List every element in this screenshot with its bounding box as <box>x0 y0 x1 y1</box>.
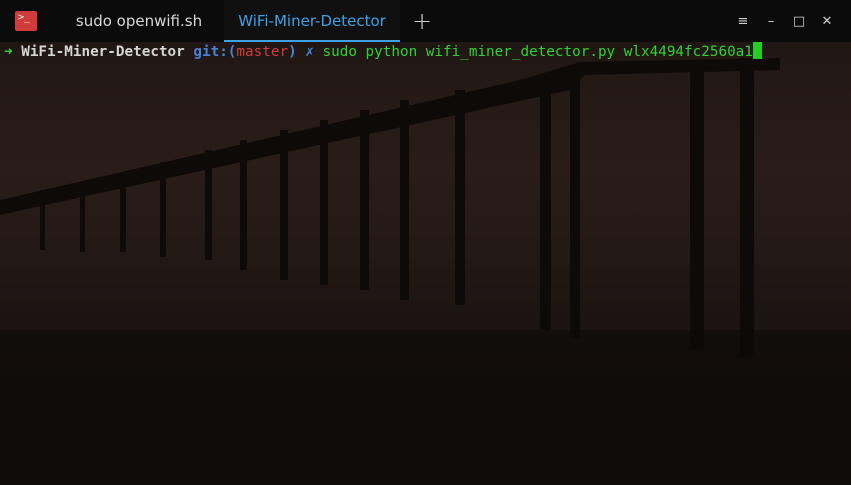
minimize-button[interactable]: – <box>757 14 785 29</box>
prompt-arrow-icon: ➜ <box>4 44 13 60</box>
terminal-app-icon[interactable]: >_ <box>15 11 37 31</box>
menu-button[interactable]: ≡ <box>729 14 757 29</box>
window-controls: ≡ – □ ✕ <box>729 0 851 42</box>
tab-sudo-openwifi[interactable]: sudo openwifi.sh <box>54 0 224 42</box>
tab-label: WiFi-Miner-Detector <box>238 12 386 30</box>
tab-label: sudo openwifi.sh <box>75 12 203 30</box>
maximize-button[interactable]: □ <box>785 14 813 29</box>
plus-icon: + <box>411 7 433 35</box>
close-button[interactable]: ✕ <box>813 14 841 29</box>
git-suffix: ) <box>288 44 297 60</box>
git-branch: master <box>236 44 289 60</box>
hamburger-icon: ≡ <box>737 13 749 29</box>
command-text: sudo python wifi_miner_detector.py wlx44… <box>322 44 753 60</box>
close-icon: ✕ <box>821 13 833 29</box>
terminal-output[interactable]: ➜ WiFi-Miner-Detector git:(master) ✗ sud… <box>4 42 762 61</box>
tab-wifi-miner-detector[interactable]: WiFi-Miner-Detector <box>224 0 400 42</box>
new-tab-button[interactable]: + <box>400 0 444 42</box>
maximize-icon: □ <box>792 13 806 29</box>
tab-bar: >_ sudo openwifi.sh WiFi-Miner-Detector … <box>0 0 851 42</box>
terminal-window: >_ sudo openwifi.sh WiFi-Miner-Detector … <box>0 0 851 485</box>
git-prefix: git:( <box>193 44 237 60</box>
dirty-marker-icon: ✗ <box>305 44 314 60</box>
prompt-directory: WiFi-Miner-Detector <box>21 44 185 60</box>
text-cursor <box>752 42 762 59</box>
minimize-icon: – <box>767 13 775 29</box>
background-wallpaper <box>0 0 851 485</box>
